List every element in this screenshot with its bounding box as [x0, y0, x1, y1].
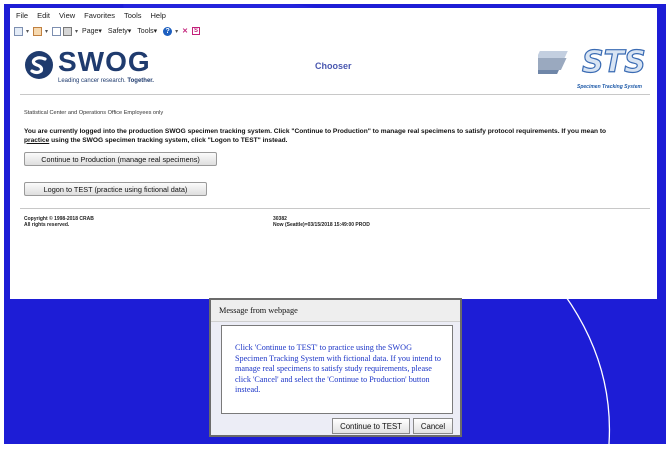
continue-to-production-button[interactable]: Continue to Production (manage real spec… [24, 152, 217, 166]
page-title: Chooser [315, 61, 352, 71]
swog-tagline: Leading cancer research. Together. [58, 78, 154, 84]
menu-help[interactable]: Help [151, 11, 166, 20]
home-icon[interactable] [14, 26, 23, 36]
dialog-title: Message from webpage [211, 300, 460, 322]
swog-logo-icon [25, 51, 53, 79]
svg-text:STS: STS [582, 45, 646, 80]
research-icon[interactable]: ✕ [182, 27, 188, 35]
print-dropdown-icon[interactable]: ▾ [75, 28, 78, 35]
browser-toolbar: ▾ ▾ ▾ Page▾ Safety▾ Tools▾ ? ▾ ✕ S [10, 24, 657, 38]
menu-edit[interactable]: Edit [37, 11, 50, 20]
tools-menu[interactable]: Tools▾ [137, 27, 157, 35]
print-icon[interactable] [63, 26, 73, 36]
browser-menubar: File Edit View Favorites Tools Help [10, 8, 657, 22]
message-dialog: Message from webpage Click 'Continue to … [209, 298, 462, 437]
continue-to-test-button[interactable]: Continue to TEST [332, 418, 410, 434]
menu-favorites[interactable]: Favorites [84, 11, 115, 20]
help-dropdown-icon[interactable]: ▾ [175, 28, 178, 35]
practice-link: practice [24, 136, 50, 144]
dialog-message: Click 'Continue to TEST' to practice usi… [221, 325, 453, 414]
cancel-button[interactable]: Cancel [413, 418, 453, 434]
footer-divider [20, 208, 650, 209]
menu-file[interactable]: File [16, 11, 28, 20]
page-menu[interactable]: Page▾ [82, 27, 102, 35]
page-header: SWOG Leading cancer research. Together. … [10, 40, 657, 90]
header-divider [20, 94, 650, 95]
employee-note: Statistical Center and Operations Office… [24, 110, 164, 116]
logon-to-test-button[interactable]: Logon to TEST (practice using fictional … [24, 182, 207, 196]
snagit-icon[interactable]: S [192, 27, 201, 35]
production-warning: You are currently logged into the produc… [24, 128, 607, 144]
slide: File Edit View Favorites Tools Help ▾ ▾ … [0, 0, 671, 449]
feeds-icon[interactable] [33, 26, 43, 36]
help-icon[interactable]: ? [163, 26, 173, 36]
mail-icon[interactable] [52, 26, 62, 36]
swog-logo-text: SWOG [58, 46, 151, 77]
sts-logo: STS [538, 44, 646, 81]
home-dropdown-icon[interactable]: ▾ [26, 28, 29, 35]
sts-subtitle: Specimen Tracking System [577, 84, 642, 90]
browser-window: File Edit View Favorites Tools Help ▾ ▾ … [10, 8, 657, 299]
feeds-dropdown-icon[interactable]: ▾ [45, 28, 48, 35]
menu-tools[interactable]: Tools [124, 11, 142, 20]
footer-server-info: 30382 Now (Seattle)=03/15/2018 15:49:00 … [273, 216, 370, 228]
menu-view[interactable]: View [59, 11, 75, 20]
footer-copyright: Copyright © 1998-2018 CRAB All rights re… [24, 216, 94, 228]
safety-menu[interactable]: Safety▾ [108, 27, 131, 35]
